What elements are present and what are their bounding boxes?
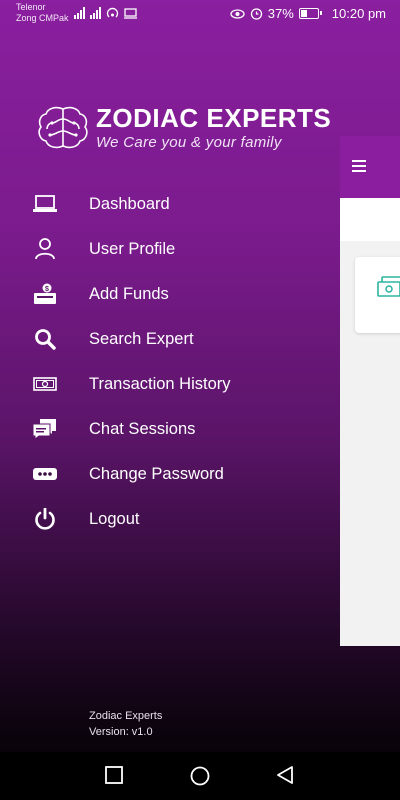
- menu-item-add-funds[interactable]: $ Add Funds: [0, 272, 340, 317]
- footer-app-name: Zodiac Experts: [89, 710, 163, 722]
- cash-icon: [32, 372, 58, 396]
- menu-icon[interactable]: [352, 160, 366, 175]
- hotspot-icon: [106, 7, 119, 18]
- menu-label: Dashboard: [89, 195, 170, 213]
- menu-label: Transaction History: [89, 375, 231, 393]
- menu-label: Logout: [89, 510, 140, 528]
- menu-label: Chat Sessions: [89, 420, 196, 438]
- navigation-bar: [0, 752, 400, 800]
- menu-item-user-profile[interactable]: User Profile: [0, 227, 340, 272]
- brain-icon: [38, 106, 88, 148]
- search-icon: [32, 327, 58, 351]
- carrier-info: Telenor Zong CMPak: [16, 2, 69, 24]
- user-icon: [32, 237, 58, 261]
- recents-button[interactable]: [105, 766, 123, 784]
- password-icon: [32, 462, 58, 486]
- menu-item-chat-sessions[interactable]: Chat Sessions: [0, 407, 340, 452]
- app-tagline: We Care you & your family: [96, 134, 282, 151]
- signal-indicators: [74, 7, 137, 19]
- battery-icon: [298, 8, 322, 19]
- menu-item-logout[interactable]: Logout: [0, 497, 340, 542]
- menu-label: Change Password: [89, 465, 224, 483]
- app-header-bar: [340, 136, 400, 198]
- money-stack-icon: [377, 276, 400, 297]
- menu-label: Add Funds: [89, 285, 169, 303]
- back-button[interactable]: [276, 766, 294, 784]
- dashboard-card[interactable]: [355, 257, 400, 333]
- app-title: ZODIAC EXPERTS: [96, 103, 332, 133]
- home-button[interactable]: [190, 766, 210, 786]
- menu-item-change-password[interactable]: Change Password: [0, 452, 340, 497]
- carrier-1: Telenor: [16, 2, 46, 12]
- laptop-icon: [32, 192, 58, 216]
- eye-icon: [230, 8, 245, 19]
- screen-icon: [124, 8, 137, 19]
- svg-text:$: $: [45, 286, 49, 293]
- clock: 10:20 pm: [331, 6, 386, 21]
- menu-item-transaction-history[interactable]: Transaction History: [0, 362, 340, 407]
- signal-bars-4g-icon: [90, 7, 101, 19]
- signal-bars-icon: [74, 7, 85, 19]
- menu-label: Search Expert: [89, 330, 194, 348]
- carrier-2: Zong CMPak: [16, 13, 69, 23]
- status-bar: Telenor Zong CMPak 37% 10:20 pm: [0, 0, 400, 28]
- menu-item-search-expert[interactable]: Search Expert: [0, 317, 340, 362]
- footer-version: Version: v1.0: [89, 726, 153, 738]
- app-logo: ZODIAC EXPERTS We Care you & your family: [36, 104, 331, 151]
- chat-icon: [32, 417, 58, 441]
- alarm-icon: [250, 8, 262, 20]
- power-icon: [32, 507, 58, 531]
- menu-item-dashboard[interactable]: Dashboard: [0, 182, 340, 227]
- money-box-icon: $: [32, 282, 58, 306]
- menu-label: User Profile: [89, 240, 176, 258]
- status-right: 37% 10:20 pm: [230, 6, 386, 21]
- drawer-menu: Dashboard User Profile $ Add Funds Searc…: [0, 182, 340, 542]
- drawer-footer: Zodiac Experts Version: v1.0: [89, 708, 162, 740]
- background-app-panel: [340, 136, 400, 646]
- battery-percent: 37%: [267, 6, 294, 21]
